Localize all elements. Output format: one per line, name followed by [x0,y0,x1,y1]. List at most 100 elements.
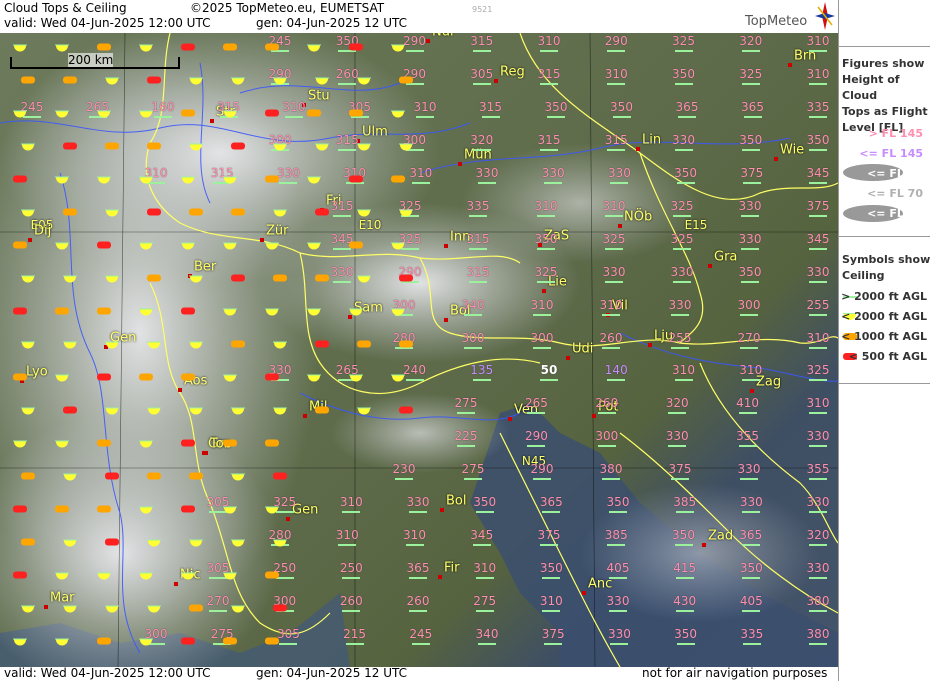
ceiling-dash [472,379,491,382]
cloud-top-value: 385 [673,495,697,510]
ceiling-dash [674,379,693,382]
ceiling-below-500-symbol [265,109,279,117]
city-marker [286,517,290,521]
ceiling-below-2000-symbol [97,104,111,123]
ceiling-dash [809,214,827,217]
ceiling-below-500-symbol [105,472,119,480]
cloud-top-value: 375 [668,462,692,477]
city-label: Lyo [26,364,48,380]
cloud-top-value: 375 [537,528,561,543]
cloud-top-value: 160 [151,99,175,114]
ceiling-below-2000-symbol [55,632,69,651]
ceiling-below-1000-symbol [273,274,287,282]
cloud-top-value: 345 [470,528,494,543]
ceiling-below-500-symbol [13,571,27,579]
cloud-top-value: 385 [604,528,628,543]
ceiling-below-2000-symbol [273,137,287,156]
ceiling-dash [533,478,551,481]
cloud-top-value: 270 [737,330,761,345]
ceiling-dash [338,82,357,85]
ceiling-below-2000-symbol [223,500,237,519]
ceiling-below-1000-symbol [21,76,35,84]
copyright-text: ©2025 TopMeteo.eu, EUMETSAT [190,1,385,15]
city-marker [582,591,586,595]
cloud-top-value: 365 [741,99,764,114]
topmeteo-logo[interactable]: TopMeteo [745,2,837,32]
cloud-top-value: 330 [541,165,565,180]
ceiling-dash [333,280,351,283]
ceiling-below-500-symbol [231,142,245,150]
cloud-top-value: 330 [806,561,830,576]
city-marker [178,388,182,392]
ceiling-below-1000-symbol [13,241,27,249]
ceiling-below-500-symbol [147,76,161,84]
cloud-top-value: 330 [668,297,692,312]
ceiling-dash [154,115,172,118]
city-label: Stu [308,88,330,104]
ceiling-below-500-symbol [63,406,77,414]
ceiling-dash [472,82,491,85]
cloud-tops-map[interactable]: 200 km E05E10E15N45 NürRegBrnStuStrUlmMü… [0,33,838,667]
cloud-top-value: 375 [806,198,830,213]
ceiling-below-2000-symbol [55,368,69,387]
cloud-top-value: 330 [607,627,631,642]
cloud-top-value: 350 [473,495,497,510]
cloud-top-value: 330 [738,198,762,213]
ceiling-dash [675,511,694,514]
ceiling-dash [609,610,627,613]
ceiling-below-2000-symbol [357,269,371,288]
cloud-top-value: 310 [534,198,558,213]
ceiling-dash [469,214,487,217]
ceiling-below-1000-symbol [223,637,237,645]
ceiling-dash [809,379,827,382]
cloud-top-value: 275 [454,396,478,411]
ceiling-dash [809,577,827,580]
ceiling-below-500-symbol [181,307,195,315]
ceiling-dash [741,379,760,382]
ceiling-below-2000-symbol [181,566,195,585]
ceiling-dash [542,610,561,613]
ceiling-below-500-symbol [349,175,363,183]
cloud-top-value: 315 [537,66,561,81]
ceiling-dash [405,50,424,52]
cloud-top-value: 310 [672,363,695,378]
ceiling-below-2000-symbol [21,203,35,222]
legend-header-line: Tops as Flight [842,105,928,118]
ceiling-below-2000-symbol [391,104,405,123]
ceiling-dash [740,313,758,316]
ceiling-dash [605,247,623,250]
ceiling-below-2000-symbol [21,269,35,288]
cloud-top-value: 315 [466,264,490,279]
ceiling-dash [671,478,689,481]
ceiling-dash [475,511,494,514]
cloud-top-value: 350 [672,528,695,543]
ceiling-dash [607,148,626,151]
city-marker [440,508,444,512]
ceiling-below-2000-symbol [391,38,405,57]
ceiling-below-500-symbol [265,373,279,381]
ceiling-below-2000-symbol [139,38,153,57]
ceiling-dash [279,643,298,646]
ceiling-below-2000-symbol [63,533,77,552]
ceiling-dash [809,181,827,184]
ceiling-below-1000-symbol [13,373,27,381]
cloud-top-value: 315 [537,132,561,147]
city-marker [444,244,448,248]
city-marker [618,224,622,228]
cloud-top-value: 310 [473,561,497,576]
ceiling-below-2000-symbol [139,632,153,651]
ceiling-below-2000-symbol [21,137,35,156]
ceiling-below-2000-symbol [55,38,69,57]
ceiling-below-2000-symbol [349,368,363,387]
city-marker [28,238,32,242]
ceiling-below-2000-symbol [55,104,69,123]
ceiling-dash [338,544,357,547]
image-id: 9521 [472,5,493,14]
ceiling-dash [472,148,491,151]
ceiling-below-2000-symbol [391,368,405,387]
legend-header-line: Height of Cloud [842,73,900,102]
ceiling-dash [478,643,496,646]
ceiling-below-2000-symbol [13,38,27,57]
ceiling-below-500-symbol [181,439,195,447]
ceiling-below-2000-symbol [223,236,237,255]
